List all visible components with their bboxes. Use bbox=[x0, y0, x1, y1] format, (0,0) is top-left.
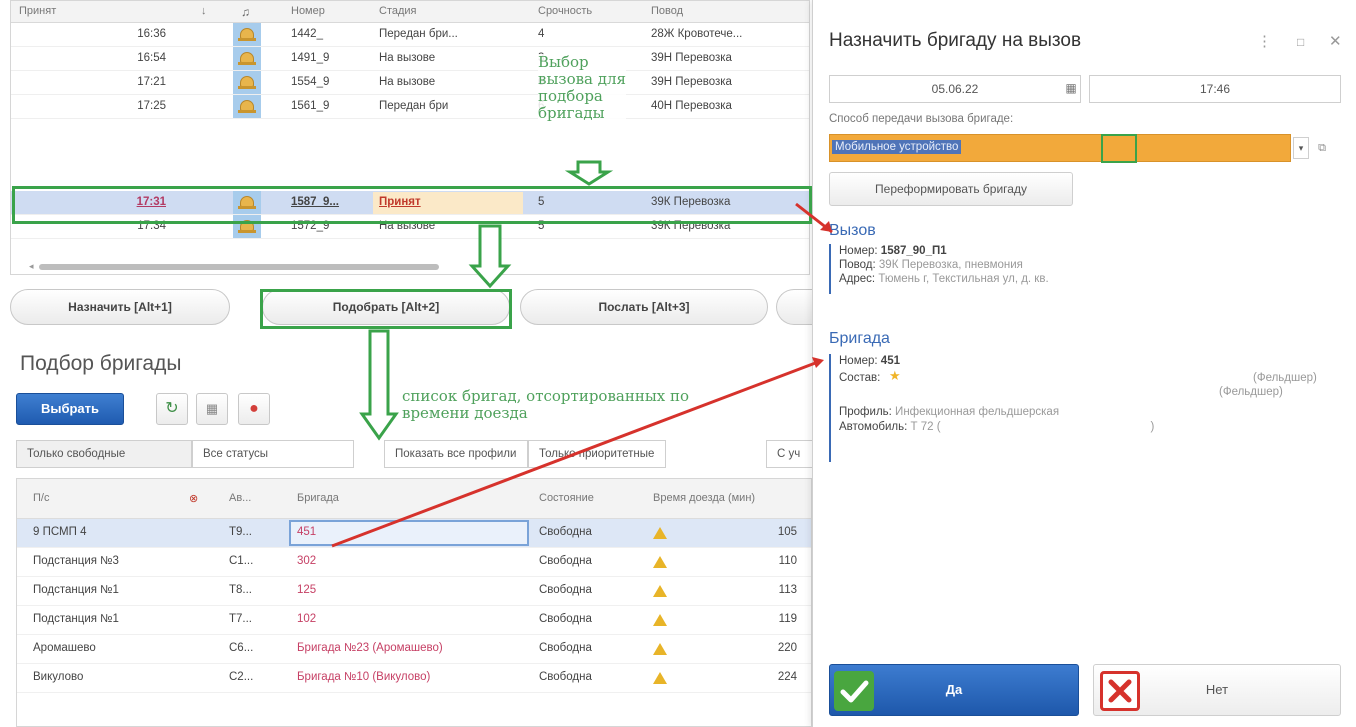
annotation-sorted-list: список бригад, отсортированных по времен… bbox=[402, 387, 690, 422]
crew-row[interactable]: Викулово С2... Бригада №10 (Викулово) Св… bbox=[17, 664, 811, 693]
crew-row-selected[interactable]: 9 ПСМП 4 Т9... 451 Свободна 105 bbox=[17, 519, 811, 548]
more-icon[interactable]: ⋮ bbox=[1257, 32, 1272, 50]
star-icon: ★ bbox=[889, 368, 901, 383]
assign-dialog: Назначить бригаду на вызов ⋮ □ ✕ 05.06.2… bbox=[812, 0, 1356, 727]
time-field[interactable]: 17:46 bbox=[1089, 75, 1341, 103]
crew-title: Подбор бригады bbox=[20, 352, 182, 375]
col-number[interactable]: Номер bbox=[291, 5, 325, 17]
call-row[interactable]: 17:34 1572_9 На вызове 5 39К Перевозка bbox=[11, 215, 809, 239]
calendar-icon[interactable]: ▦ bbox=[1061, 75, 1081, 101]
crew-row[interactable]: Подстанция №1 Т8... 125 Свободна 113 bbox=[17, 577, 811, 606]
warning-icon bbox=[653, 585, 667, 597]
call-row[interactable]: 16:54 1491_9 На вызове 3 39Н Перевозка bbox=[11, 47, 809, 71]
warning-icon bbox=[653, 556, 667, 568]
col-time[interactable]: Время доезда (мин) bbox=[653, 492, 755, 504]
bell-icon bbox=[233, 215, 261, 238]
crew-row[interactable]: Подстанция №1 Т7... 102 Свободна 119 bbox=[17, 606, 811, 635]
crew-row[interactable]: Аромашево С6... Бригада №23 (Аромашево) … bbox=[17, 635, 811, 664]
warning-icon bbox=[653, 643, 667, 655]
brigade-section-title: Бригада bbox=[829, 330, 890, 347]
choose-button[interactable]: Выбрать bbox=[16, 393, 124, 425]
open-icon[interactable]: ⧉ bbox=[1313, 137, 1331, 159]
call-section-title: Вызов bbox=[829, 222, 876, 239]
col-urgency[interactable]: Срочность bbox=[538, 5, 592, 17]
warning-icon bbox=[653, 672, 667, 684]
filter-all-statuses[interactable]: Все статусы bbox=[192, 440, 354, 468]
col-state[interactable]: Состояние bbox=[539, 492, 594, 504]
col-substation[interactable]: П/с bbox=[33, 492, 49, 504]
call-row[interactable]: 16:36 1442_ Передан бри... 4 28Ж Кровоте… bbox=[11, 23, 809, 47]
assign-button[interactable]: Назначить [Alt+1] bbox=[10, 289, 230, 325]
calls-grid: Принят ↓ ♫ Номер Стадия Срочность Повод … bbox=[10, 0, 810, 275]
call-row[interactable]: 17:21 1554_9 На вызове 6 39Н Перевозка bbox=[11, 71, 809, 95]
map-pin-icon[interactable]: ● bbox=[238, 393, 270, 425]
maximize-icon[interactable]: □ bbox=[1297, 35, 1304, 49]
calls-header: Принят ↓ ♫ Номер Стадия Срочность Повод bbox=[11, 1, 809, 23]
bell-icon bbox=[233, 47, 261, 70]
date-field[interactable]: 05.06.22 bbox=[829, 75, 1081, 103]
method-label: Способ передачи вызова бригаде: bbox=[829, 113, 1014, 125]
pick-button[interactable]: Подобрать [Alt+2] bbox=[262, 289, 510, 325]
filter-priority-only[interactable]: Только приоритетные bbox=[528, 440, 666, 468]
bell-column-icon: ♫ bbox=[241, 5, 250, 19]
more-button[interactable] bbox=[776, 289, 816, 325]
no-button[interactable]: Нет bbox=[1093, 664, 1341, 716]
close-icon[interactable]: ✕ bbox=[1329, 32, 1342, 50]
yes-button[interactable]: Да bbox=[829, 664, 1079, 716]
call-row[interactable]: 17:25 1561_9 Передан бри 6 40Н Перевозка bbox=[11, 95, 809, 119]
warning-icon bbox=[653, 527, 667, 539]
col-stage[interactable]: Стадия bbox=[379, 5, 417, 17]
method-field[interactable]: Мобильное устройство bbox=[829, 134, 1291, 162]
send-button[interactable]: Послать [Alt+3] bbox=[520, 289, 768, 325]
scroll-left-icon[interactable]: ◂ bbox=[29, 261, 34, 272]
horizontal-scrollbar[interactable] bbox=[39, 264, 439, 270]
brigade-details: Номер: 451 Состав: ★ (Фельдшер) (Фельдше… bbox=[829, 354, 1339, 462]
filter-with-account[interactable]: С уч bbox=[766, 440, 816, 468]
col-crew[interactable]: Бригада bbox=[297, 492, 339, 504]
refresh-icon[interactable]: ↻ bbox=[156, 393, 188, 425]
col-received[interactable]: Принят bbox=[19, 5, 56, 17]
col-reason[interactable]: Повод bbox=[651, 5, 683, 17]
screen: Принят ↓ ♫ Номер Стадия Срочность Повод … bbox=[0, 0, 1356, 727]
reform-crew-button[interactable]: Переформировать бригаду bbox=[829, 172, 1073, 206]
bell-icon bbox=[233, 191, 261, 214]
sort-icon[interactable]: ↓ bbox=[201, 5, 207, 17]
bell-icon bbox=[233, 71, 261, 94]
filter-free-only[interactable]: Только свободные bbox=[16, 440, 192, 468]
filter-icon[interactable]: ⊗ bbox=[189, 492, 198, 505]
chevron-down-icon[interactable]: ▾ bbox=[1293, 137, 1309, 159]
table-icon[interactable]: ▦ bbox=[196, 393, 228, 425]
call-row-selected[interactable]: 17:31 1587_9... Принят 5 39К Перевозка bbox=[11, 191, 809, 215]
call-details: Номер: 1587_90_П1 Повод: 39К Перевозка, … bbox=[829, 244, 1289, 294]
crew-row[interactable]: Подстанция №3 С1... 302 Свободна 110 bbox=[17, 548, 811, 577]
dialog-title: Назначить бригаду на вызов bbox=[829, 30, 1082, 51]
bell-icon bbox=[233, 23, 261, 46]
crew-header: П/с ⊗ Ав... Бригада Состояние Время доез… bbox=[17, 479, 811, 519]
col-auto[interactable]: Ав... bbox=[229, 492, 251, 504]
warning-icon bbox=[653, 614, 667, 626]
annotation-select-call: Выбор вызова для подбора бригады bbox=[538, 53, 626, 122]
crew-grid: П/с ⊗ Ав... Бригада Состояние Время доез… bbox=[16, 478, 812, 727]
arrow-down-to-list bbox=[359, 329, 399, 441]
bell-icon bbox=[233, 95, 261, 118]
filter-all-profiles[interactable]: Показать все профили bbox=[384, 440, 528, 468]
